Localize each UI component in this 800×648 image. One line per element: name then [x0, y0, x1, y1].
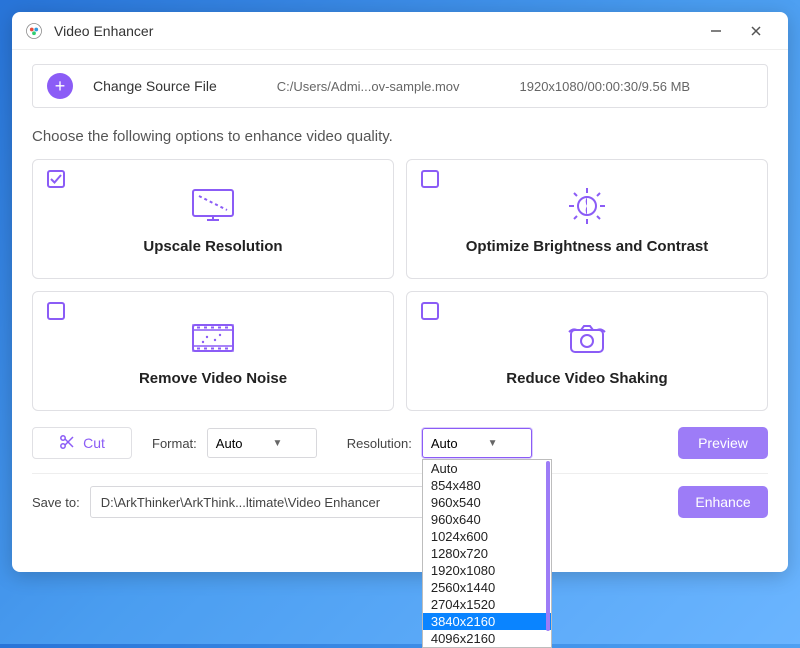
save-path: D:\ArkThinker\ArkThink...ltimate\Video E… [101, 495, 380, 510]
resolution-option[interactable]: 960x540 [423, 494, 551, 511]
preview-label: Preview [698, 435, 748, 451]
add-file-button[interactable]: + [47, 73, 73, 99]
resolution-option[interactable]: 960x640 [423, 511, 551, 528]
cut-label: Cut [83, 435, 105, 451]
resolution-option[interactable]: 4096x2160 [423, 630, 551, 647]
window-title: Video Enhancer [54, 23, 153, 39]
divider [32, 473, 768, 474]
resolution-label: Resolution: [347, 436, 412, 451]
format-value: Auto [216, 436, 243, 451]
dropdown-scrollbar[interactable] [546, 461, 550, 631]
checkbox-checked-icon[interactable] [47, 170, 65, 188]
resolution-option[interactable]: 2704x1520 [423, 596, 551, 613]
camera-icon [559, 316, 615, 360]
resolution-option[interactable]: 3840x2160 [423, 613, 551, 630]
close-button[interactable] [736, 16, 776, 46]
source-file-bar: + Change Source File C:/Users/Admi...ov-… [32, 64, 768, 108]
option-remove-noise[interactable]: Remove Video Noise [32, 291, 394, 411]
resolution-option[interactable]: 1920x1080 [423, 562, 551, 579]
sun-icon [562, 184, 612, 228]
option-optimize-brightness[interactable]: Optimize Brightness and Contrast [406, 159, 768, 279]
format-label: Format: [152, 436, 197, 451]
resolution-dropdown: Auto854x480960x540960x6401024x6001280x72… [422, 459, 552, 648]
controls-row: Cut Format: Auto ▼ Resolution: Auto ▼ Au… [32, 427, 768, 459]
chevron-down-icon: ▼ [488, 438, 498, 449]
instruction-text: Choose the following options to enhance … [32, 128, 768, 145]
option-upscale-resolution[interactable]: Upscale Resolution [32, 159, 394, 279]
app-icon [24, 21, 44, 41]
save-to-label: Save to: [32, 495, 80, 510]
option-label: Upscale Resolution [143, 238, 282, 255]
enhance-label: Enhance [695, 494, 750, 510]
app-window: Video Enhancer + Change Source File C:/U… [12, 12, 788, 572]
scissors-icon [59, 434, 75, 453]
titlebar: Video Enhancer [12, 12, 788, 50]
resolution-option[interactable]: 2560x1440 [423, 579, 551, 596]
resolution-option[interactable]: Auto [423, 460, 551, 477]
chevron-down-icon: ▼ [273, 438, 283, 449]
option-label: Remove Video Noise [139, 370, 287, 387]
format-select[interactable]: Auto ▼ [207, 428, 317, 458]
preview-button[interactable]: Preview [678, 427, 768, 459]
save-row: Save to: D:\ArkThinker\ArkThink...ltimat… [32, 486, 768, 518]
resolution-select[interactable]: Auto ▼ Auto854x480960x540960x6401024x600… [422, 428, 532, 458]
resolution-value: Auto [431, 436, 458, 451]
source-path: C:/Users/Admi...ov-sample.mov [277, 79, 460, 94]
options-grid: Upscale Resolution Optimize Brightness a… [32, 159, 768, 411]
source-meta: 1920x1080/00:00:30/9.56 MB [520, 79, 691, 94]
enhance-button[interactable]: Enhance [678, 486, 768, 518]
option-reduce-shaking[interactable]: Reduce Video Shaking [406, 291, 768, 411]
resolution-option[interactable]: 1024x600 [423, 528, 551, 545]
resolution-option[interactable]: 1280x720 [423, 545, 551, 562]
checkbox-unchecked-icon[interactable] [421, 170, 439, 188]
change-source-button[interactable]: Change Source File [93, 78, 217, 94]
cut-button[interactable]: Cut [32, 427, 132, 459]
minimize-button[interactable] [696, 16, 736, 46]
resolution-option[interactable]: 854x480 [423, 477, 551, 494]
checkbox-unchecked-icon[interactable] [421, 302, 439, 320]
checkbox-unchecked-icon[interactable] [47, 302, 65, 320]
film-icon [185, 316, 241, 360]
option-label: Optimize Brightness and Contrast [466, 238, 709, 255]
monitor-icon [185, 184, 241, 228]
option-label: Reduce Video Shaking [506, 370, 667, 387]
